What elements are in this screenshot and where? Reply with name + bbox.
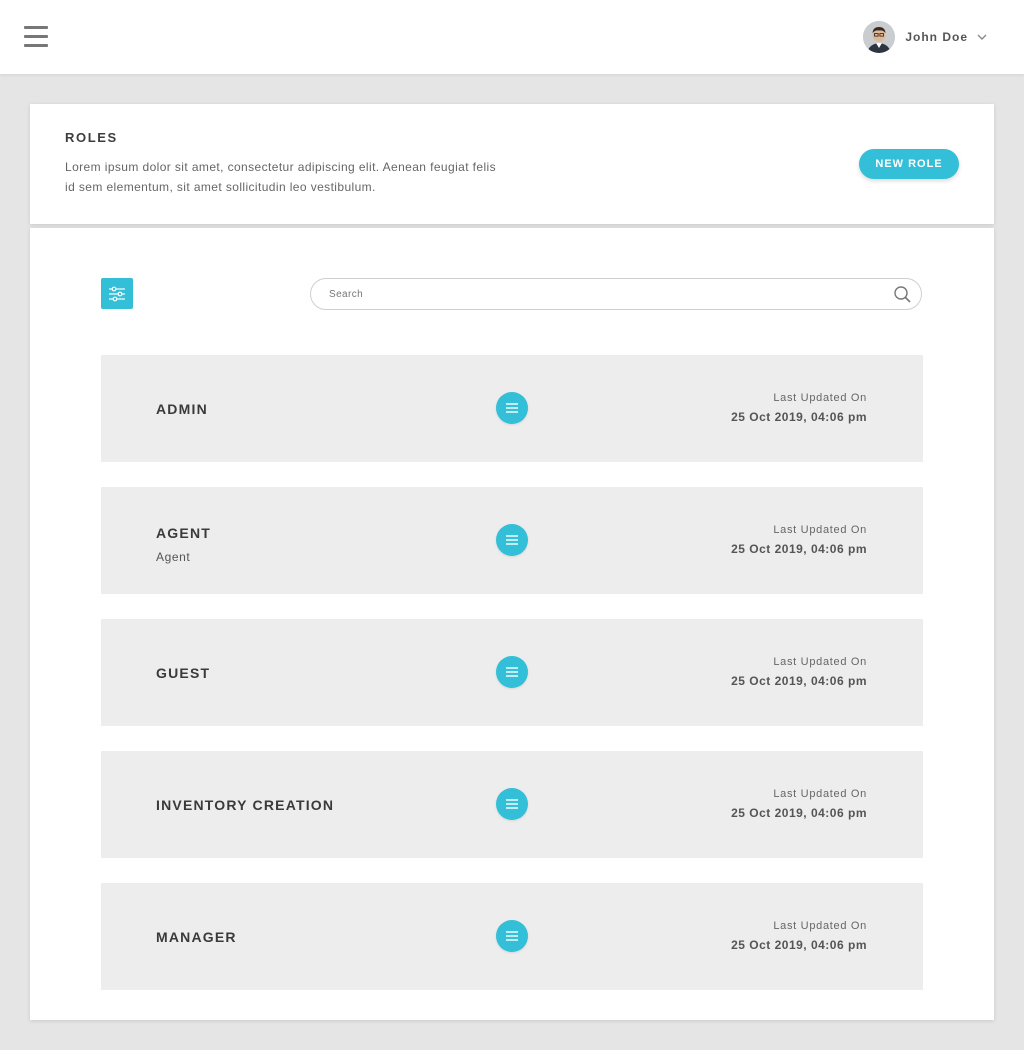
last-updated-date: 25 Oct 2019, 04:06 pm (731, 542, 867, 556)
list-menu-icon (506, 403, 518, 413)
role-row-manager[interactable]: MANAGER Last Updated On 25 Oct 2019, 04:… (101, 883, 923, 990)
last-updated: Last Updated On 25 Oct 2019, 04:06 pm (731, 920, 867, 952)
user-menu[interactable]: John Doe (863, 21, 988, 53)
roles-list-card: ADMIN Last Updated On 25 Oct 2019, 04:06… (30, 228, 994, 1020)
role-name: GUEST (156, 665, 211, 681)
role-menu-button[interactable] (496, 788, 528, 820)
role-row-admin[interactable]: ADMIN Last Updated On 25 Oct 2019, 04:06… (101, 355, 923, 462)
hamburger-menu-icon[interactable] (24, 26, 48, 48)
list-menu-icon (506, 799, 518, 809)
last-updated-label: Last Updated On (773, 788, 867, 800)
search-input[interactable] (329, 279, 879, 309)
last-updated-date: 25 Oct 2019, 04:06 pm (731, 938, 867, 952)
role-row-inventory-creation[interactable]: INVENTORY CREATION Last Updated On 25 Oc… (101, 751, 923, 858)
filter-button[interactable] (101, 278, 133, 309)
last-updated: Last Updated On 25 Oct 2019, 04:06 pm (731, 656, 867, 688)
last-updated: Last Updated On 25 Oct 2019, 04:06 pm (731, 524, 867, 556)
list-menu-icon (506, 667, 518, 677)
role-menu-button[interactable] (496, 392, 528, 424)
role-menu-button[interactable] (496, 524, 528, 556)
role-name: AGENT (156, 525, 211, 541)
new-role-button[interactable]: NEW ROLE (859, 149, 959, 179)
role-name: MANAGER (156, 929, 237, 945)
top-bar: John Doe (0, 0, 1024, 74)
role-name: ADMIN (156, 401, 208, 417)
page-description: Lorem ipsum dolor sit amet, consectetur … (65, 160, 497, 194)
search-icon[interactable] (894, 286, 911, 303)
last-updated: Last Updated On 25 Oct 2019, 04:06 pm (731, 392, 867, 424)
last-updated-date: 25 Oct 2019, 04:06 pm (731, 410, 867, 424)
page-title: ROLES (65, 130, 118, 145)
list-menu-icon (506, 535, 518, 545)
last-updated-label: Last Updated On (773, 392, 867, 404)
chevron-down-icon[interactable] (976, 31, 988, 43)
roles-header-card: ROLES Lorem ipsum dolor sit amet, consec… (30, 104, 994, 224)
last-updated-label: Last Updated On (773, 656, 867, 668)
search-bar (310, 278, 922, 310)
last-updated-date: 25 Oct 2019, 04:06 pm (731, 806, 867, 820)
role-menu-button[interactable] (496, 656, 528, 688)
last-updated-label: Last Updated On (773, 920, 867, 932)
last-updated-label: Last Updated On (773, 524, 867, 536)
role-name: INVENTORY CREATION (156, 797, 335, 813)
sliders-filter-icon (109, 286, 125, 301)
role-menu-button[interactable] (496, 920, 528, 952)
last-updated-date: 25 Oct 2019, 04:06 pm (731, 674, 867, 688)
user-name[interactable]: John Doe (905, 30, 968, 44)
role-subtitle: Agent (156, 550, 191, 564)
last-updated: Last Updated On 25 Oct 2019, 04:06 pm (731, 788, 867, 820)
role-row-agent[interactable]: AGENT Agent Last Updated On 25 Oct 2019,… (101, 487, 923, 594)
avatar[interactable] (863, 21, 896, 53)
list-menu-icon (506, 931, 518, 941)
role-row-guest[interactable]: GUEST Last Updated On 25 Oct 2019, 04:06… (101, 619, 923, 726)
